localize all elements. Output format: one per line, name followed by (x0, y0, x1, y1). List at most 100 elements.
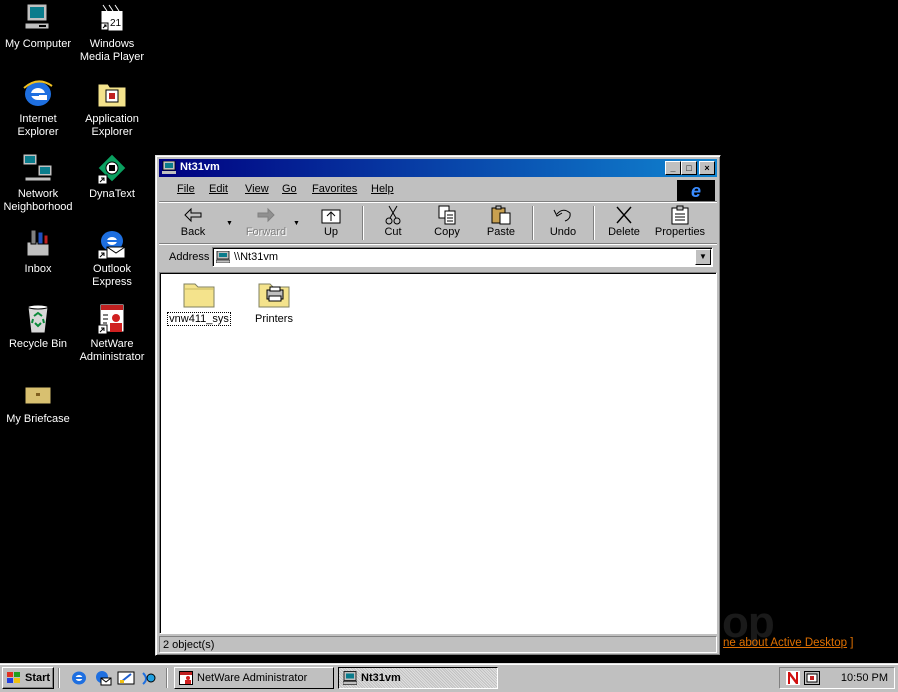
menu-bar: File Edit View Go Favorites Help e (159, 179, 717, 202)
forward-label: Forward (245, 226, 287, 238)
desktop-icon-windows-media-player[interactable]: 21 Windows Media Player (74, 3, 150, 64)
desktop-icon-recycle-bin[interactable]: Recycle Bin (0, 303, 76, 351)
menu-go[interactable]: Go (282, 183, 297, 195)
folder-icon (182, 279, 216, 309)
window-title: Nt31vm (180, 161, 220, 173)
menu-file[interactable]: File (177, 183, 195, 195)
address-dropdown-button[interactable]: ▼ (695, 249, 711, 265)
start-button[interactable]: Start (2, 667, 54, 689)
desktop-icon-label: Network Neighborhood (3, 188, 73, 213)
active-desktop-link[interactable]: ne about Active Desktop ] (723, 637, 853, 649)
desktop-icon-netware-administrator[interactable]: NetWare Administrator (74, 303, 150, 364)
back-label: Back (180, 226, 206, 238)
desktop-icon-label: Recycle Bin (8, 338, 68, 350)
properties-button[interactable]: Properties (651, 203, 709, 243)
system-tray: 10:50 PM (779, 667, 895, 689)
task-netware-administrator[interactable]: NetWare Administrator (174, 667, 334, 689)
paste-button[interactable]: Paste (479, 203, 523, 243)
delete-label: Delete (608, 226, 640, 238)
outlook-express-icon (96, 671, 112, 686)
minimize-button[interactable]: _ (665, 161, 681, 175)
menu-edit-label: Edit (209, 183, 228, 195)
close-button[interactable]: × (699, 161, 715, 175)
quick-launch-show-desktop[interactable] (117, 670, 135, 686)
folder-item-vnw411-sys[interactable]: vnw411_sys (164, 275, 234, 326)
quick-launch-outlook-express[interactable] (94, 670, 112, 686)
up-button[interactable]: Up (309, 203, 353, 243)
undo-icon (551, 205, 575, 225)
menu-help[interactable]: Help (371, 183, 394, 195)
desktop-icon-label: Application Explorer (85, 113, 139, 138)
properties-label: Properties (654, 226, 706, 238)
desktop-icon-application-explorer[interactable]: Application Explorer (74, 78, 150, 139)
active-desktop-link-text[interactable]: Active Desktop (770, 637, 847, 649)
tray-app-icon[interactable] (804, 671, 820, 685)
desktop-icon-network-neighborhood[interactable]: Network Neighborhood (0, 153, 76, 214)
forward-button[interactable]: Forward (239, 203, 293, 243)
back-button[interactable]: Back (171, 203, 215, 243)
outlook-express-icon (95, 228, 129, 260)
novell-n-icon[interactable] (786, 671, 800, 685)
task-label: NetWare Administrator (197, 672, 308, 684)
status-text: 2 object(s) (163, 639, 215, 651)
explorer-window: Nt31vm _ □ × File Edit View Go Favorites… (155, 155, 721, 656)
task-nt31vm[interactable]: Nt31vm (338, 667, 498, 689)
channels-icon (142, 672, 156, 685)
window-titlebar[interactable]: Nt31vm _ □ × (159, 159, 717, 177)
copy-button[interactable]: Copy (425, 203, 469, 243)
menu-edit[interactable]: Edit (209, 183, 228, 195)
menu-help-label: Help (371, 183, 394, 195)
briefcase-icon (21, 378, 55, 410)
menu-view[interactable]: View (245, 183, 269, 195)
desktop-icon-label: My Briefcase (6, 413, 70, 425)
back-dropdown-arrow-icon[interactable]: ▼ (226, 220, 233, 227)
toolbar-divider (532, 206, 534, 240)
show-desktop-icon (117, 671, 135, 685)
desktop-icon-inbox[interactable]: Inbox (0, 228, 76, 276)
desktop-icon-label: Internet Explorer (17, 113, 59, 138)
address-label: Address (169, 251, 210, 263)
desktop-icon-my-briefcase[interactable]: My Briefcase (0, 378, 76, 426)
menu-go-label: Go (282, 183, 297, 195)
desktop-icon-label: Outlook Express (92, 263, 132, 288)
delete-button[interactable]: Delete (602, 203, 646, 243)
chevron-down-icon: ▼ (699, 252, 707, 261)
address-input[interactable]: \\Nt31vm ▼ (212, 247, 713, 267)
menu-file-label: File (177, 183, 195, 195)
menu-favorites[interactable]: Favorites (312, 183, 357, 195)
desktop-icon-label: NetWare Administrator (79, 338, 145, 363)
scissors-icon (381, 205, 405, 225)
computer-icon (342, 671, 358, 685)
maximize-button[interactable]: □ (681, 161, 697, 175)
quick-launch-channels[interactable] (140, 670, 158, 686)
printers-folder-icon (257, 279, 291, 309)
forward-dropdown-arrow-icon[interactable]: ▼ (293, 220, 300, 227)
undo-label: Undo (549, 226, 577, 238)
folder-item-printers[interactable]: Printers (239, 275, 309, 325)
cut-button[interactable]: Cut (371, 203, 415, 243)
desktop-icon-internet-explorer[interactable]: Internet Explorer (0, 78, 76, 139)
inbox-icon (21, 228, 55, 260)
folder-item-label: vnw411_sys (167, 312, 231, 326)
close-icon: × (704, 163, 710, 173)
desktop-icon-outlook-express[interactable]: Outlook Express (74, 228, 150, 289)
windows-logo-icon (7, 672, 21, 684)
copy-icon (435, 205, 459, 225)
cut-label: Cut (384, 226, 402, 238)
desktop-icon-my-computer[interactable]: My Computer (0, 3, 76, 51)
paste-label: Paste (486, 226, 516, 238)
up-label: Up (323, 226, 339, 238)
copy-label: Copy (434, 226, 460, 238)
netware-administrator-icon (179, 671, 193, 685)
undo-button[interactable]: Undo (541, 203, 585, 243)
desktop-icon-dynatext[interactable]: DynaText (74, 153, 150, 201)
toolbar-divider (593, 206, 595, 240)
quick-launch-internet-explorer[interactable] (70, 670, 88, 686)
application-explorer-icon (95, 78, 129, 110)
taskbar-divider (166, 668, 168, 688)
address-value: \\Nt31vm (234, 251, 279, 263)
file-list-view[interactable]: vnw411_sys Printers (159, 272, 717, 634)
desktop-icon-label: Windows Media Player (79, 38, 145, 63)
clock[interactable]: 10:50 PM (841, 672, 888, 684)
media-player-icon: 21 (95, 3, 129, 35)
